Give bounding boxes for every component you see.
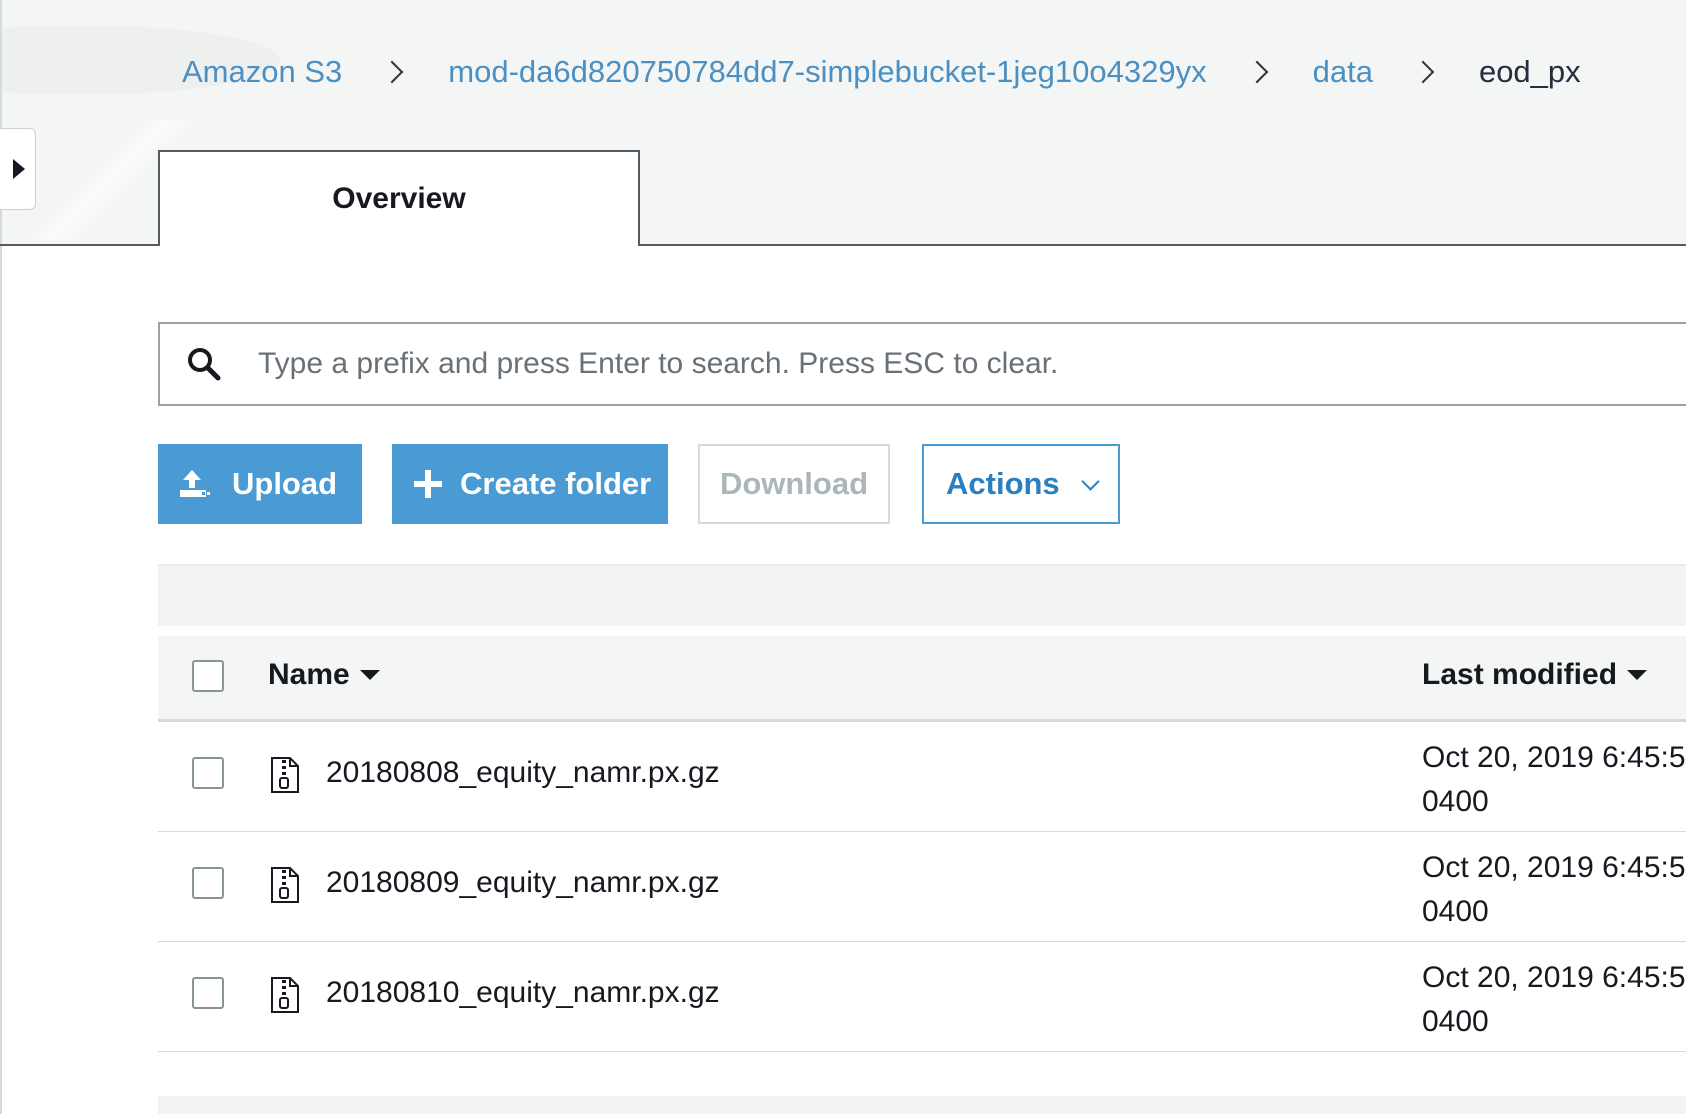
last-modified-cell: Oct 20, 2019 6:45:5 0400: [1422, 736, 1686, 824]
row-checkbox[interactable]: [192, 757, 224, 789]
sort-caret-icon: [359, 670, 380, 680]
breadcrumb-separator-icon: [380, 60, 404, 84]
last-modified-offset: 0400: [1422, 1005, 1489, 1038]
last-modified-date: Oct 20, 2019 6:45:5: [1422, 851, 1686, 884]
last-modified-date: Oct 20, 2019 6:45:5: [1422, 741, 1686, 774]
column-header-last-modified[interactable]: Last modified: [1422, 658, 1648, 692]
last-modified-offset: 0400: [1422, 895, 1489, 928]
tab-overview[interactable]: Overview: [158, 150, 640, 246]
breadcrumb-folder-data[interactable]: data: [1313, 54, 1373, 90]
column-header-name-label: Name: [268, 658, 350, 691]
actions-label: Actions: [946, 466, 1060, 501]
row-checkbox[interactable]: [192, 977, 224, 1009]
actions-dropdown[interactable]: Actions: [922, 444, 1120, 524]
create-folder-button[interactable]: Create folder: [392, 444, 668, 524]
column-header-name[interactable]: Name: [268, 658, 380, 692]
create-folder-label: Create folder: [460, 466, 652, 501]
sidebar-toggle-button[interactable]: [0, 128, 36, 210]
table-row[interactable]: 20180808_equity_namr.px.gz Oct 20, 2019 …: [158, 722, 1686, 832]
caret-right-icon: [13, 159, 25, 179]
breadcrumb-amazon-s3[interactable]: Amazon S3: [182, 54, 342, 90]
chevron-down-icon: [1080, 471, 1100, 491]
breadcrumb-separator-icon: [1411, 60, 1435, 84]
upload-button[interactable]: Upload: [158, 444, 362, 524]
last-modified-date: Oct 20, 2019 6:45:5: [1422, 961, 1686, 994]
breadcrumb-current: eod_px: [1478, 54, 1581, 89]
search-box: [158, 322, 1686, 406]
file-name-link[interactable]: 20180808_equity_namr.px.gz: [326, 756, 720, 790]
plus-icon: [414, 470, 442, 498]
table-footer-strip: [158, 1096, 1686, 1114]
breadcrumb-bucket[interactable]: mod-da6d820750784dd7-simplebucket-1jeg10…: [448, 54, 1206, 90]
row-checkbox[interactable]: [192, 867, 224, 899]
file-name-link[interactable]: 20180809_equity_namr.px.gz: [326, 866, 720, 900]
table-row[interactable]: 20180810_equity_namr.px.gz Oct 20, 2019 …: [158, 942, 1686, 1052]
sort-caret-icon: [1627, 670, 1648, 680]
select-all-checkbox[interactable]: [192, 660, 224, 692]
upload-icon: [180, 470, 210, 497]
table-toolbar-strip: [158, 566, 1686, 626]
breadcrumb-separator-icon: [1245, 60, 1268, 84]
zip-file-icon: [271, 867, 299, 903]
download-button[interactable]: Download: [698, 444, 890, 524]
breadcrumb: Amazon S3 mod-da6d820750784dd7-simplebuc…: [182, 50, 1581, 94]
upload-label: Upload: [232, 466, 338, 501]
last-modified-offset: 0400: [1422, 785, 1489, 818]
column-header-last-modified-label: Last modified: [1422, 658, 1618, 691]
s3-console-page: Amazon S3 mod-da6d820750784dd7-simplebuc…: [0, 0, 1686, 1114]
last-modified-cell: Oct 20, 2019 6:45:5 0400: [1422, 956, 1686, 1044]
zip-file-icon: [271, 757, 299, 793]
last-modified-cell: Oct 20, 2019 6:45:5 0400: [1422, 846, 1686, 934]
search-input[interactable]: [258, 338, 1658, 390]
zip-file-icon: [271, 977, 299, 1013]
file-name-link[interactable]: 20180810_equity_namr.px.gz: [326, 976, 720, 1010]
search-icon: [188, 348, 221, 381]
table-header: Name Last modified: [158, 636, 1686, 722]
table-row[interactable]: 20180809_equity_namr.px.gz Oct 20, 2019 …: [158, 832, 1686, 942]
